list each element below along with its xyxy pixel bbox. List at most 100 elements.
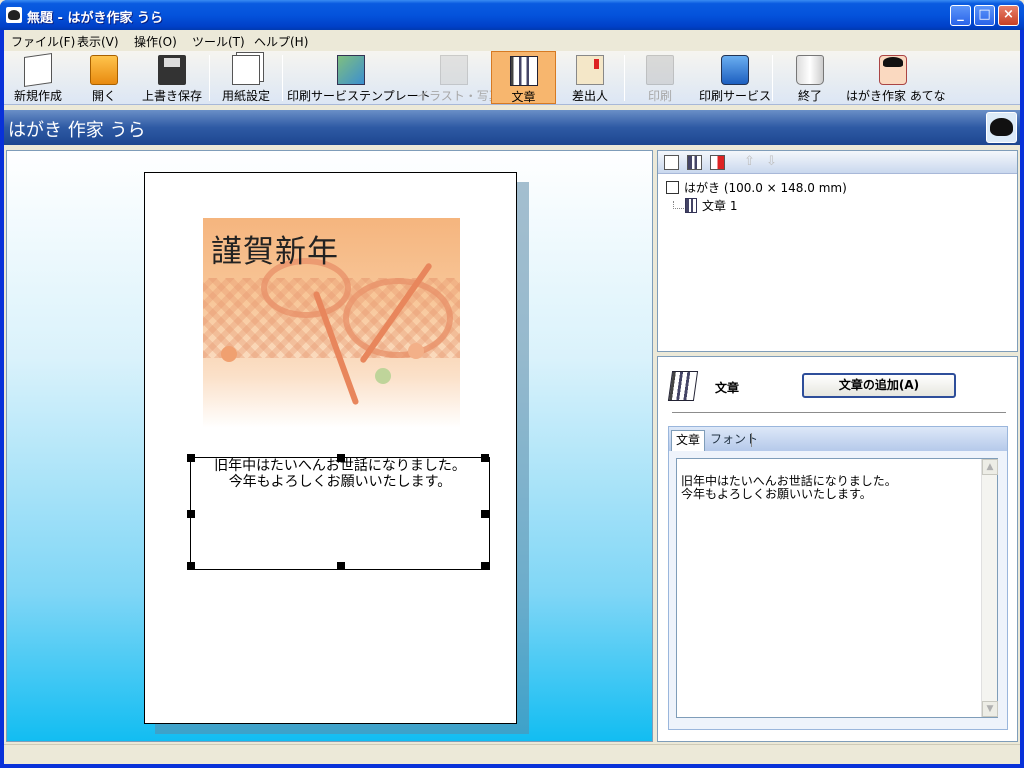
toolbar-separator [624, 55, 625, 101]
illustration-ring [343, 278, 453, 358]
tool-print-template[interactable]: 印刷サービステンプレート [287, 51, 431, 104]
tool-paper-setup-label: 用紙設定 [221, 89, 270, 103]
textbox-text: 旧年中はたいへんお世話になりました。 今年もよろしくお願いいたします。 [214, 458, 466, 490]
move-down-icon: ⇩ [766, 154, 777, 169]
tool-save[interactable]: 上書き保存 [138, 51, 206, 104]
tool-atena-label: はがき作家 あてな [846, 89, 946, 103]
resize-handle[interactable] [481, 510, 489, 518]
scroll-down-icon[interactable]: ▼ [982, 701, 998, 717]
resize-handle[interactable] [337, 562, 345, 570]
tab-text[interactable]: 文章 [671, 430, 706, 451]
resize-handle[interactable] [187, 510, 195, 518]
resize-handle[interactable] [187, 562, 195, 570]
move-up-icon: ⇧ [744, 154, 755, 169]
atena-app-icon [879, 55, 907, 85]
window-title: 無題 - はがき作家 うら [27, 11, 163, 26]
menu-help[interactable]: ヘルプ(H) [254, 33, 308, 50]
tab-font[interactable]: フォント [706, 430, 762, 451]
add-text-icon[interactable] [687, 155, 702, 170]
tool-sender-label: 差出人 [571, 89, 608, 103]
tool-open[interactable]: 開く [74, 51, 134, 104]
paper-setup-icon [232, 55, 260, 85]
status-bar [4, 744, 1020, 764]
tool-open-label: 開く [91, 89, 116, 103]
resize-handle[interactable] [187, 454, 195, 462]
menu-file[interactable]: ファイル(F) [11, 33, 75, 50]
tool-print-service[interactable]: 印刷サービス [694, 51, 776, 104]
tool-atena[interactable]: はがき作家 あてな [846, 51, 946, 104]
selected-textbox[interactable]: 旧年中はたいへんお世話になりました。 今年もよろしくお願いいたします。 [187, 454, 490, 570]
toolbar-separator [282, 55, 283, 101]
tree-toolbar: ⇧ ⇩ [658, 151, 1017, 174]
app-header: はがき 作家 うら [4, 110, 1020, 145]
add-image-icon[interactable] [664, 155, 679, 170]
tree-child-item[interactable]: 文章 1 [685, 197, 737, 214]
add-text-button[interactable]: 文章の追加(A) [802, 373, 956, 398]
exit-jar-icon [796, 55, 824, 85]
text-book-icon [509, 56, 538, 86]
resize-handle[interactable] [481, 454, 489, 462]
sender-icon [576, 55, 604, 85]
tool-illustration-label: イラスト・写真 [417, 89, 501, 103]
title-bar[interactable]: 無題 - はがき作家 うら _ □ × [0, 0, 1024, 30]
text-editor[interactable]: 旧年中はたいへんお世話になりました。 今年もよろしくお願いいたします。 ▲ ▼ [676, 458, 998, 718]
minimize-button[interactable]: _ [950, 5, 971, 26]
tool-print-label: 印刷 [647, 89, 672, 103]
tool-sender[interactable]: 差出人 [560, 51, 620, 104]
tree-child-label: 文章 1 [702, 199, 738, 213]
toolbar-separator [772, 55, 773, 101]
printer-icon [646, 55, 674, 85]
menu-bar: ファイル(F) 表示(V) 操作(O) ツール(T) ヘルプ(H) [4, 30, 1020, 50]
greeting-title: 謹賀新年 [211, 234, 339, 270]
tool-save-label: 上書き保存 [141, 89, 202, 103]
illustration-flower [375, 368, 391, 384]
tab-area: 文章 フォント 旧年中はたいへんお世話になりました。 今年もよろしくお願いいたし… [668, 426, 1008, 730]
close-button[interactable]: × [998, 5, 1019, 26]
tool-text-label: 文章 [511, 90, 536, 104]
text-node-icon [685, 198, 697, 213]
text-book-icon [667, 371, 699, 401]
app-icon[interactable] [6, 7, 22, 23]
tool-exit[interactable]: 終了 [780, 51, 840, 104]
menu-operation[interactable]: 操作(O) [134, 33, 177, 50]
tool-exit-label: 終了 [797, 89, 822, 103]
main-toolbar: 新規作成 開く 上書き保存 用紙設定 印刷サービステンプレート イラスト・写真 … [4, 51, 1020, 105]
tab-separator [751, 433, 752, 447]
text-editor-value: 旧年中はたいへんお世話になりました。 今年もよろしくお願いいたします。 [681, 474, 897, 501]
client-area: ファイル(F) 表示(V) 操作(O) ツール(T) ヘルプ(H) 新規作成 開… [4, 30, 1020, 764]
tool-new[interactable]: 新規作成 [6, 51, 70, 104]
tree-root-label: はがき (100.0 × 148.0 mm) [684, 181, 847, 195]
properties-pane: 文章 文章の追加(A) 文章 フォント 旧年中はたいへんお世話になりました。 今… [657, 356, 1018, 742]
tree-connector [673, 201, 684, 209]
postcard-page[interactable]: 謹賀新年 旧年中はたいへんお世話になりました。 今年もよろしくお願いいたします。 [144, 172, 517, 724]
vertical-scrollbar[interactable]: ▲ ▼ [981, 459, 998, 717]
scroll-up-icon[interactable]: ▲ [982, 459, 998, 475]
resize-handle[interactable] [337, 454, 345, 462]
folder-icon [90, 55, 118, 85]
maximize-button[interactable]: □ [974, 5, 995, 26]
menu-tools[interactable]: ツール(T) [192, 33, 245, 50]
floppy-icon [158, 55, 186, 85]
layer-tree-pane: ⇧ ⇩ はがき (100.0 × 148.0 mm) 文章 1 [657, 150, 1018, 352]
print-service-icon [721, 55, 749, 85]
tool-text[interactable]: 文章 [491, 51, 556, 104]
menu-view[interactable]: 表示(V) [77, 33, 119, 50]
illustration-icon [440, 55, 468, 85]
tool-print-template-label: 印刷サービステンプレート [287, 89, 431, 103]
tool-illustration: イラスト・写真 [417, 51, 501, 104]
properties-divider [672, 412, 1006, 414]
tab-strip: 文章 フォント [669, 427, 1007, 451]
illustration-flower [408, 343, 424, 359]
add-sender-icon[interactable] [710, 155, 725, 170]
illustration-flower [221, 346, 237, 362]
hagaki-sakka-logo-icon [986, 112, 1017, 143]
tool-print: 印刷 [630, 51, 690, 104]
canvas-pane[interactable]: 謹賀新年 旧年中はたいへんお世話になりました。 今年もよろしくお願いいたします。 [6, 150, 653, 742]
resize-handle[interactable] [481, 562, 489, 570]
toolbar-separator [209, 55, 210, 101]
tree-root-item[interactable]: はがき (100.0 × 148.0 mm) [666, 179, 847, 196]
tool-paper-setup[interactable]: 用紙設定 [214, 51, 278, 104]
template-icon [337, 55, 365, 85]
new-year-illustration[interactable]: 謹賀新年 [203, 218, 460, 428]
new-page-icon [24, 53, 52, 87]
